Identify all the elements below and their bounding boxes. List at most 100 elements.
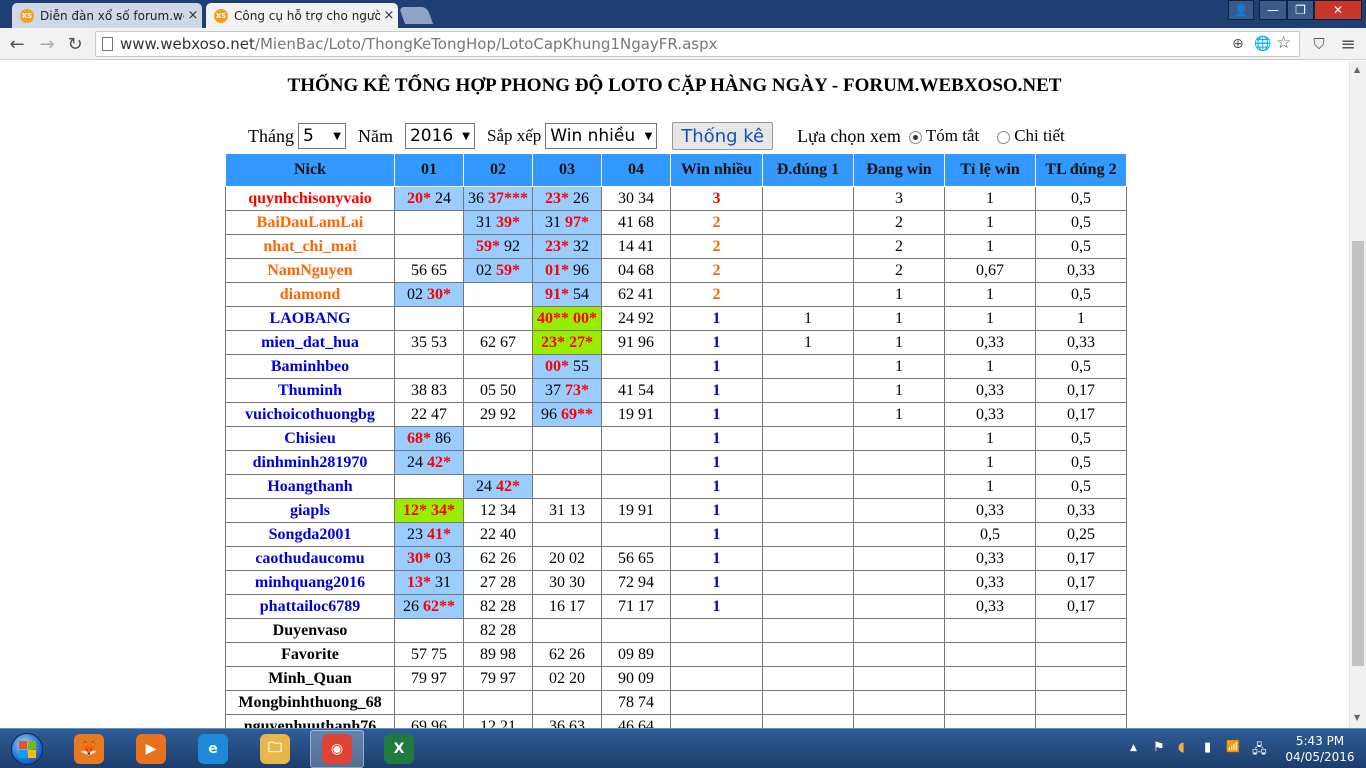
nick-cell[interactable]: Chisieu (225, 426, 395, 451)
taskbar-media-player-button[interactable]: ▶ (124, 730, 178, 768)
taskbar-internet-explorer-button[interactable]: e (186, 730, 240, 768)
loto-number: 29 92 (480, 405, 516, 423)
loto-number: 14 41 (618, 237, 654, 255)
address-bar[interactable]: www.webxoso.net/MienBac/Loto/ThongKeTong… (95, 31, 1300, 57)
tl-dung2-cell: 0,33 (1035, 498, 1127, 523)
close-window-button[interactable]: ✕ (1314, 0, 1362, 20)
nick-cell[interactable]: Duyenvaso (225, 618, 395, 643)
action-center-flag-icon[interactable]: ⚑ (1153, 740, 1165, 755)
star-icon[interactable]: ☆ (1276, 33, 1291, 53)
file-explorer-icon: 🗀 (260, 734, 290, 764)
day-cell: 19 91 (601, 402, 671, 427)
thong-ke-button[interactable]: Thống kê (672, 122, 774, 150)
win-count-cell (670, 666, 763, 691)
day-cell: 19 91 (601, 498, 671, 523)
ti-le-win-cell (944, 666, 1036, 691)
loto-number: 62** (423, 597, 455, 615)
nick-cell[interactable]: BaiDauLamLai (225, 210, 395, 235)
nick-cell[interactable]: LAOBANG (225, 306, 395, 331)
loto-number: 02 (407, 285, 427, 303)
nick-cell[interactable]: minhquang2016 (225, 570, 395, 595)
close-tab-icon[interactable]: × (184, 8, 202, 23)
nick-cell[interactable]: dinhminh281970 (225, 450, 395, 475)
tray-chevron-icon[interactable]: ▲ (1130, 743, 1137, 753)
dang-win-cell: 1 (853, 354, 945, 379)
volume-icon[interactable]: ◖ (1178, 740, 1185, 755)
system-clock[interactable]: 5:43 PM 04/05/2016 (1280, 733, 1360, 765)
close-tab-icon[interactable]: × (380, 8, 398, 23)
new-tab-button[interactable] (398, 7, 434, 24)
nick-cell[interactable]: diamond (225, 282, 395, 307)
tab-label: Công cụ hỗ trợ cho người (234, 8, 380, 23)
network-icon[interactable]: 🖧 (1252, 740, 1267, 762)
loto-number: 30 30 (549, 573, 585, 591)
tab-tool-active[interactable]: XS Công cụ hỗ trợ cho người × (206, 3, 398, 28)
back-arrow-icon[interactable]: ← (5, 32, 29, 56)
taskbar-file-explorer-button[interactable]: 🗀 (248, 730, 302, 768)
taskbar-excel-button[interactable]: X (372, 730, 426, 768)
loto-number: 41* (427, 525, 451, 543)
start-button[interactable] (4, 730, 50, 768)
day-cell (463, 690, 533, 715)
month-select[interactable]: 5 ▼ (297, 123, 346, 149)
loto-number: 23* (545, 237, 569, 255)
battery-icon[interactable]: ▮ (1204, 740, 1211, 755)
nick-cell[interactable]: Hoangthanh (225, 474, 395, 499)
win-count-cell: 1 (670, 426, 763, 451)
scroll-up-arrow-icon[interactable]: ▲ (1354, 65, 1360, 74)
loto-number: 96 (541, 405, 561, 423)
tab-forum[interactable]: XS Diễn đàn xổ số forum.wel × (12, 3, 202, 28)
nick-cell[interactable]: Minh_Quan (225, 666, 395, 691)
scroll-down-arrow-icon[interactable]: ▼ (1354, 713, 1360, 722)
nick-cell[interactable]: Songda2001 (225, 522, 395, 547)
nick-cell[interactable]: caothudaucomu (225, 546, 395, 571)
loto-number: 32 (569, 237, 589, 255)
menu-icon[interactable]: ≡ (1336, 32, 1360, 56)
tl-dung2-cell: 0,5 (1035, 450, 1127, 475)
zoom-icon[interactable]: ⊕ (1232, 36, 1244, 52)
tl-dung2-cell: 0,5 (1035, 186, 1127, 211)
shield-extension-icon[interactable]: ⛉ (1307, 32, 1331, 56)
reload-icon[interactable]: ↻ (63, 32, 87, 56)
nick-cell[interactable]: vuichoicothuongbg (225, 402, 395, 427)
column-header: TL đúng 2 (1035, 153, 1127, 187)
table-row: BaiDauLamLai 31 39* 31 97* 41 68 2 2 1 0,5 (225, 210, 1127, 235)
day-cell (463, 426, 533, 451)
nick-cell[interactable]: nhat_chi_mai (225, 234, 395, 259)
nick-cell[interactable]: mien_dat_hua (225, 330, 395, 355)
nick-cell[interactable]: Mongbinhthuong_68 (225, 690, 395, 715)
translate-icon[interactable]: 🌐 (1254, 36, 1271, 52)
win-count-cell: 2 (670, 210, 763, 235)
nick-cell[interactable]: Baminhbeo (225, 354, 395, 379)
nick-cell[interactable]: giapls (225, 498, 395, 523)
nick-cell[interactable]: phattailoc6789 (225, 594, 395, 619)
year-select[interactable]: 2016 ▼ (404, 123, 475, 149)
radio-tom-tat[interactable]: Tóm tắt (908, 126, 979, 146)
day-cell: 72 94 (601, 570, 671, 595)
minimize-button[interactable]: — (1259, 0, 1287, 20)
radio-chi-tiet[interactable]: Chi tiết (997, 126, 1065, 146)
nick-cell[interactable]: Thuminh (225, 378, 395, 403)
nick-cell[interactable]: quynhchisonyvaio (225, 186, 395, 211)
table-row: Favorite 57 75 89 98 62 26 09 89 (225, 642, 1127, 667)
user-icon[interactable]: 👤 (1228, 0, 1254, 20)
loto-number: 56 65 (618, 549, 654, 567)
vertical-scrollbar[interactable]: ▲ ▼ (1349, 61, 1366, 728)
restore-button[interactable]: ❐ (1287, 0, 1314, 20)
nick-cell[interactable]: Favorite (225, 642, 395, 667)
nick-cell[interactable]: NamNguyen (225, 258, 395, 283)
taskbar-firefox-button[interactable]: 🦊 (62, 730, 116, 768)
scrollbar-thumb[interactable] (1352, 241, 1364, 666)
loto-number: 31 (545, 213, 565, 231)
win-count-cell: 1 (670, 546, 763, 571)
signal-icon[interactable]: 📶 (1226, 740, 1240, 753)
win-count-cell: 2 (670, 282, 763, 307)
taskbar-chrome-button[interactable]: ◉ (310, 730, 364, 768)
sort-select[interactable]: Win nhiều ▼ (545, 123, 658, 149)
win-count-cell: 1 (670, 522, 763, 547)
loto-number: 36 63 (549, 717, 585, 729)
filter-bar: Tháng 5 ▼ Năm 2016 ▼ Sắp xếp Win nhiều ▼ Th… (248, 122, 1065, 150)
ti-le-win-cell: 0,33 (944, 570, 1036, 595)
forward-arrow-icon[interactable]: → (35, 32, 59, 56)
nick-cell[interactable]: nguyenhuuthanh76 (225, 714, 395, 728)
